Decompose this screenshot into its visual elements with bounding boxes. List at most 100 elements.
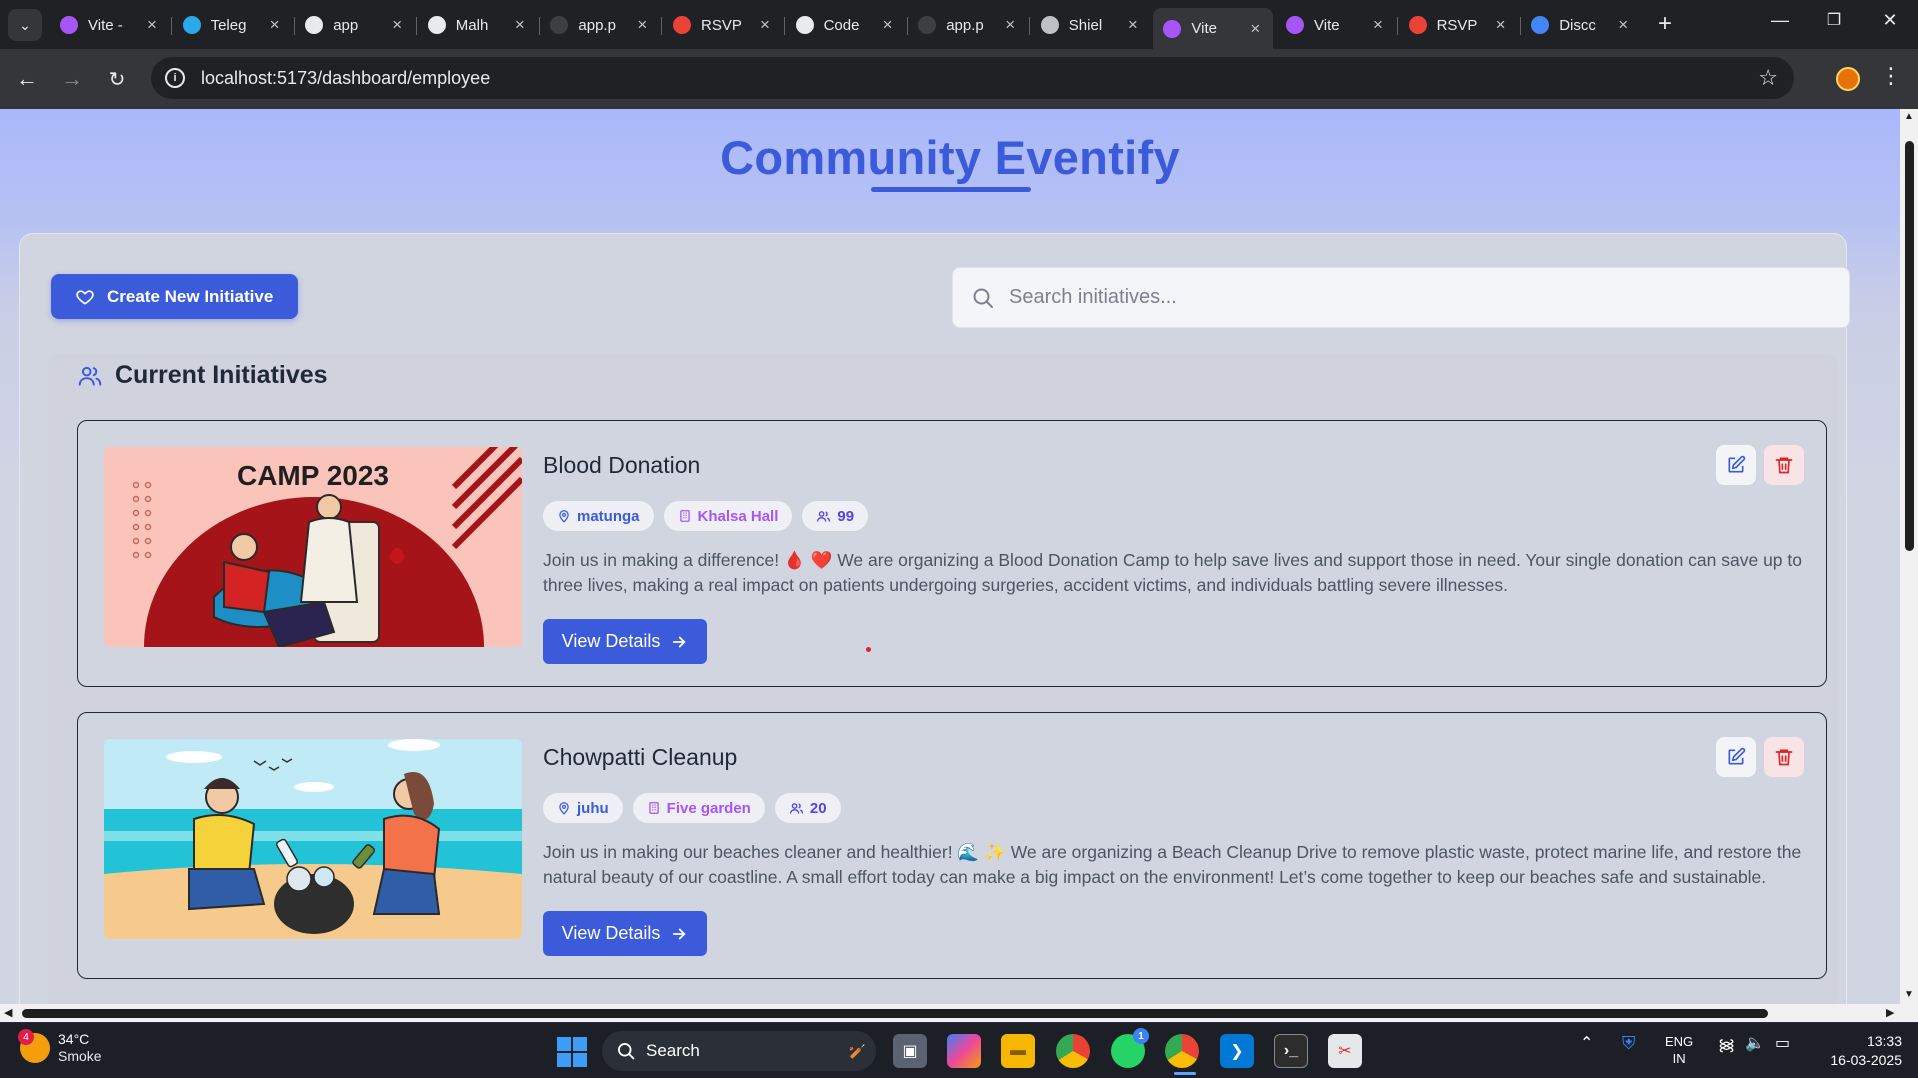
view-details-button[interactable]: View Details [543,911,707,956]
search-input[interactable] [1009,286,1829,309]
initiative-title: Blood Donation [543,452,701,478]
create-initiative-button[interactable]: Create New Initiative [51,274,298,319]
search-box[interactable] [952,267,1850,328]
browser-tab[interactable]: Discc × [1521,8,1641,42]
windows-start-icon[interactable] [557,1037,587,1067]
security-shield-icon[interactable]: ⛨ [1622,1033,1636,1054]
browser-tab[interactable]: app × [295,8,415,42]
browser-tab[interactable]: app.p × [908,8,1028,42]
view-details-button[interactable]: View Details [543,619,707,664]
tab-close-icon[interactable]: × [1370,15,1386,35]
back-button[interactable]: ← [12,64,42,94]
delete-button[interactable] [1764,737,1804,777]
tab-close-icon[interactable]: × [512,15,528,35]
site-info-icon[interactable]: i [165,68,185,88]
vite-icon [1163,19,1182,38]
tab-close-icon[interactable]: × [1615,15,1631,35]
venue-text: Five garden [666,799,751,817]
tab-close-icon[interactable]: × [1247,19,1263,39]
bookmark-star-icon[interactable]: ☆ [1758,65,1778,91]
profile-avatar[interactable] [1836,67,1860,91]
edit-icon [1728,747,1746,765]
gmail-icon [673,16,691,34]
chrome-icon[interactable] [1056,1034,1090,1068]
browser-tab[interactable]: Teleg × [173,8,293,42]
whatsapp-icon[interactable]: 1 [1111,1028,1149,1068]
initiative-card-blood-donation: CAMP 2023 Blood Donation matunga Khalsa … [77,420,1827,687]
weather-temp: 34°C [58,1031,90,1047]
tab-close-icon[interactable]: × [634,15,650,35]
section-heading: Current Initiatives [77,361,328,390]
browser-tab[interactable]: RSVP × [663,8,783,42]
taskbar-search[interactable]: Search 🏏 [602,1031,876,1071]
tab-search-dropdown-icon[interactable]: ⌄ [8,9,42,41]
cursor-dot [866,647,871,652]
scroll-left-icon[interactable]: ◀ [4,1006,12,1019]
delete-button[interactable] [1764,445,1804,485]
location-chip: juhu [543,793,623,823]
browser-tab[interactable]: Code × [786,8,906,42]
reload-button[interactable]: ↻ [102,64,132,94]
github-icon [795,16,814,34]
tab-close-icon[interactable]: × [1002,15,1018,35]
browser-menu-icon[interactable]: ⋮ [1880,63,1902,89]
volume-icon[interactable]: 🔈 [1745,1033,1765,1053]
tab-title: Code [823,16,860,34]
url-text[interactable]: localhost:5173/dashboard/employee [201,68,490,89]
scroll-down-icon[interactable]: ▼ [1904,989,1914,1000]
tab-close-icon[interactable]: × [757,15,773,35]
create-initiative-label: Create New Initiative [107,286,274,306]
copilot-icon[interactable] [947,1034,981,1068]
venue-chip: Five garden [632,793,765,823]
vscode-icon[interactable]: ❯ [1220,1034,1254,1068]
tab-close-icon[interactable]: × [880,15,896,35]
terminal-icon[interactable]: ›_ [1274,1034,1308,1068]
system-clock[interactable]: 13:33 16-03-2025 [1816,1032,1902,1070]
horizontal-scroll-thumb[interactable] [22,1009,1768,1018]
tray-chevron-icon[interactable]: ⌃ [1580,1033,1593,1053]
task-view-icon[interactable]: ▣ [893,1034,927,1068]
browser-tab[interactable]: Vite × [1153,8,1274,49]
weather-badge: 4 [18,1029,34,1045]
wifi-icon[interactable]: ᯼ [1718,1033,1735,1055]
browser-tab[interactable]: Malh × [418,8,538,42]
file-explorer-icon[interactable]: ▬ [1001,1034,1035,1068]
address-bar[interactable]: i localhost:5173/dashboard/employee ☆ [151,57,1794,99]
snipping-tool-icon[interactable]: ✂ [1328,1034,1362,1068]
restore-icon[interactable]: ❐ [1814,10,1854,30]
edit-button[interactable] [1716,737,1756,777]
vertical-scrollbar[interactable]: ▲ ▼ [1900,109,1918,1004]
arrow-right-icon [673,636,686,647]
scroll-right-icon[interactable]: ▶ [1886,1006,1894,1019]
chrome-icon[interactable] [1165,1034,1199,1068]
initiative-description: Join us in making a difference! 🩸 ❤️ We … [543,550,1802,595]
browser-tab[interactable]: app.p × [540,8,660,42]
clock-date: 16-03-2025 [1830,1052,1902,1068]
battery-icon[interactable]: ▭ [1775,1033,1790,1053]
new-tab-button[interactable]: + [1650,10,1680,38]
browser-tab[interactable]: RSVP × [1399,8,1519,42]
tab-close-icon[interactable]: × [144,15,160,35]
lang-line-1: ENG [1665,1034,1694,1049]
tab-title: app [333,16,359,34]
browser-toolbar: ← → ↻ i localhost:5173/dashboard/employe… [0,49,1918,109]
tab-close-icon[interactable]: × [389,15,405,35]
weather-widget[interactable]: 4 34°C Smoke [18,1029,102,1065]
tab-close-icon[interactable]: × [267,15,283,35]
tab-close-icon[interactable]: × [1493,15,1509,35]
image-caption-text: CAMP 2023 [237,460,389,491]
browser-tab[interactable]: Vite - × [50,8,170,42]
edit-button[interactable] [1716,445,1756,485]
tab-separator [171,17,172,35]
browser-tab[interactable]: Vite × [1276,8,1396,42]
horizontal-scrollbar[interactable]: ◀ ▶ [0,1004,1918,1022]
language-indicator[interactable]: ENG IN [1665,1033,1693,1067]
scroll-up-icon[interactable]: ▲ [1904,111,1914,122]
attendees-chip: 99 [802,501,869,531]
vertical-scroll-thumb[interactable] [1905,141,1914,551]
browser-tab[interactable]: Shiel × [1031,8,1151,42]
tab-close-icon[interactable]: × [1125,15,1141,35]
close-window-icon[interactable]: ✕ [1870,10,1910,31]
forward-button[interactable]: → [57,64,87,94]
minimize-icon[interactable]: — [1760,10,1800,31]
